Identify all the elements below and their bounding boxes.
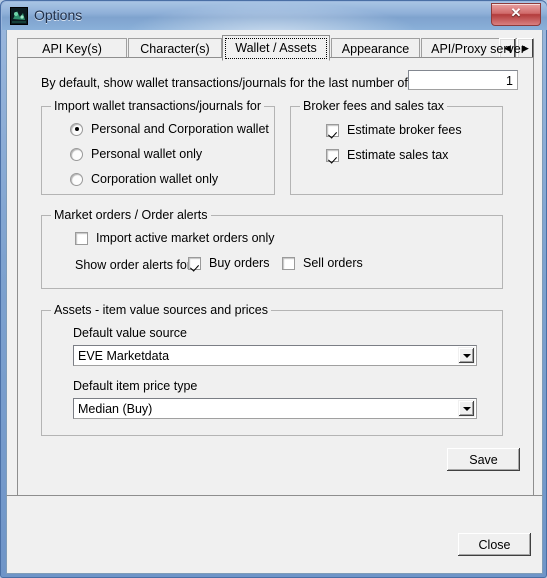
- default-days-input[interactable]: [408, 70, 518, 90]
- checkbox-estimate-broker-fees-label: Estimate broker fees: [347, 123, 462, 137]
- default-days-label: By default, show wallet transactions/jou…: [41, 76, 442, 90]
- market-orders-group-title: Market orders / Order alerts: [51, 208, 211, 222]
- broker-fees-group: Broker fees and sales tax Estimate broke…: [290, 99, 503, 195]
- dialog-client-area: API Key(s) Character(s) Wallet / Assets …: [6, 30, 543, 574]
- dropdown-button[interactable]: [458, 347, 475, 364]
- checkbox-indicator-icon: [282, 256, 295, 270]
- chevron-down-icon: [462, 407, 471, 411]
- radio-indicator-icon: [70, 122, 83, 136]
- checkbox-buy-orders-label: Buy orders: [209, 256, 270, 270]
- radio-personal-and-corporation-wallet-label: Personal and Corporation wallet: [91, 122, 269, 136]
- checkbox-indicator-icon: [75, 231, 88, 245]
- title-bar[interactable]: Options ✕: [2, 2, 547, 30]
- tab-characters-label: Character(s): [140, 42, 210, 56]
- dropdown-button[interactable]: [458, 400, 475, 417]
- checkbox-import-active-market-orders-only-label: Import active market orders only: [96, 231, 275, 245]
- checkbox-estimate-sales-tax-label: Estimate sales tax: [347, 148, 449, 162]
- tab-wallet-assets-label: Wallet / Assets: [235, 41, 317, 55]
- close-button-label: Close: [478, 537, 511, 552]
- titlebar-glow: [122, 2, 422, 30]
- radio-personal-wallet-only-label: Personal wallet only: [91, 147, 203, 161]
- assets-value-sources-group: Assets - item value sources and prices D…: [41, 303, 503, 436]
- window-title: Options: [34, 7, 83, 23]
- checkbox-indicator-icon: [188, 256, 201, 270]
- tab-api-keys-label: API Key(s): [42, 42, 102, 56]
- default-item-price-type-dropdown[interactable]: Median (Buy): [73, 398, 477, 419]
- dialog-footer: Close: [6, 495, 543, 574]
- default-value-source-value: EVE Marketdata: [78, 349, 170, 363]
- import-wallet-group-title: Import wallet transactions/journals for: [51, 99, 265, 113]
- tab-api-proxy-server-label: API/Proxy server: [431, 42, 525, 56]
- radio-corporation-wallet-only[interactable]: Corporation wallet only: [70, 172, 218, 186]
- default-item-price-type-value: Median (Buy): [78, 402, 153, 416]
- market-orders-group: Market orders / Order alerts Import acti…: [41, 208, 503, 289]
- checkbox-sell-orders[interactable]: Sell orders: [282, 256, 363, 270]
- tab-wallet-assets[interactable]: Wallet / Assets: [222, 35, 330, 61]
- radio-personal-wallet-only[interactable]: Personal wallet only: [70, 147, 202, 161]
- options-dialog-window: Options ✕ API Key(s) Character(s) Wallet…: [0, 0, 547, 578]
- close-icon: ✕: [510, 5, 522, 20]
- checkbox-indicator-icon: [326, 123, 339, 137]
- radio-indicator-icon: [70, 172, 83, 186]
- assets-value-sources-group-title: Assets - item value sources and prices: [51, 303, 271, 317]
- close-button[interactable]: Close: [457, 532, 532, 557]
- broker-fees-group-title: Broker fees and sales tax: [300, 99, 448, 113]
- save-button-label: Save: [469, 452, 498, 467]
- default-value-source-dropdown[interactable]: EVE Marketdata: [73, 345, 477, 366]
- show-order-alerts-label: Show order alerts for: [75, 258, 192, 272]
- checkbox-import-active-market-orders-only[interactable]: Import active market orders only: [75, 231, 275, 245]
- radio-personal-and-corporation-wallet[interactable]: Personal and Corporation wallet: [70, 122, 269, 136]
- radio-corporation-wallet-only-label: Corporation wallet only: [91, 172, 219, 186]
- chevron-down-icon: [462, 354, 471, 358]
- close-window-button[interactable]: ✕: [491, 3, 541, 26]
- import-wallet-group: Import wallet transactions/journals for …: [41, 99, 275, 195]
- checkbox-buy-orders[interactable]: Buy orders: [188, 256, 269, 270]
- app-logo-icon: [10, 7, 28, 25]
- checkbox-indicator-icon: [326, 148, 339, 162]
- default-item-price-type-label: Default item price type: [73, 379, 198, 393]
- radio-indicator-icon: [70, 147, 83, 161]
- wallet-assets-tab-panel: By default, show wallet transactions/jou…: [17, 57, 534, 520]
- save-button[interactable]: Save: [446, 447, 521, 472]
- checkbox-estimate-sales-tax[interactable]: Estimate sales tax: [326, 148, 448, 162]
- checkbox-sell-orders-label: Sell orders: [303, 256, 363, 270]
- default-value-source-label: Default value source: [73, 326, 187, 340]
- tab-appearance-label: Appearance: [341, 42, 410, 56]
- checkbox-estimate-broker-fees[interactable]: Estimate broker fees: [326, 123, 462, 137]
